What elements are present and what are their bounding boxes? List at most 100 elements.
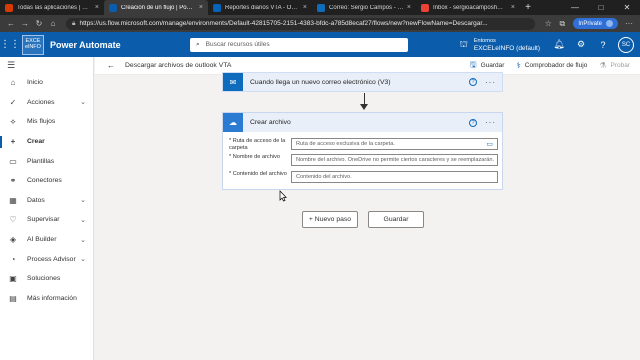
file-name-input[interactable]: Nombre del archivo. OneDrive no permite …: [291, 154, 498, 166]
forward-icon[interactable]: →: [18, 19, 32, 28]
app-launcher-icon[interactable]: ⋮⋮⋮: [0, 39, 30, 50]
monitor-icon: ♡: [9, 215, 17, 225]
connector-icon: ⚭: [9, 176, 17, 186]
help-icon[interactable]: ?: [592, 40, 614, 50]
tab-favicon-icon: [317, 3, 325, 12]
home-icon: ⌂: [10, 78, 16, 88]
chevron-down-icon: ⌄: [80, 197, 86, 205]
action-card-crear-archivo: ☁ Crear archivo ? ··· * Ruta de acceso d…: [222, 112, 503, 190]
refresh-icon[interactable]: ↻: [32, 19, 46, 28]
nav-item-supervisar[interactable]: ♡ Supervisar ⌄: [0, 210, 93, 230]
inprivate-badge[interactable]: InPrivate: [573, 18, 618, 29]
environment-icon: ⛫: [459, 38, 468, 49]
nav-item-plantillas[interactable]: ▭ Plantillas: [0, 151, 93, 171]
outlook-icon: ✉: [223, 73, 243, 91]
tab-favicon-icon: [109, 3, 117, 12]
minimize-icon[interactable]: —: [562, 0, 588, 15]
nav-item-crear[interactable]: + Crear: [0, 132, 93, 152]
search-input[interactable]: ⌕ Buscar recursos útiles: [190, 37, 408, 52]
address-bar[interactable]: 🔒︎ https://us.flow.microsoft.com/manage/…: [66, 17, 536, 30]
notifications-icon[interactable]: 🔔︎: [548, 39, 570, 50]
flask-icon: ⚗: [599, 61, 607, 70]
nav-item-acciones[interactable]: ✓ Acciones ⌄: [0, 93, 93, 113]
chevron-down-icon: ⌄: [80, 99, 86, 107]
close-tab-icon[interactable]: ×: [511, 4, 515, 11]
book-icon: ▤: [9, 293, 17, 303]
nav-item-mis-flujos[interactable]: ⟡ Mis flujos: [0, 112, 93, 132]
trigger-card[interactable]: ✉ Cuando llega un nuevo correo electróni…: [222, 72, 503, 92]
database-icon: ▦: [9, 195, 17, 205]
close-tab-icon[interactable]: ×: [199, 4, 203, 11]
mouse-pointer-icon: [279, 190, 287, 202]
template-icon: ▭: [9, 156, 17, 166]
new-step-button[interactable]: + Nuevo paso: [302, 211, 358, 228]
nav-item-soluciones[interactable]: ▣ Soluciones: [0, 269, 93, 289]
flow-name[interactable]: Descargar archivos de outlook VTA: [125, 62, 231, 69]
more-options-icon[interactable]: ···: [622, 19, 636, 28]
environment-picker[interactable]: ⛫ Entornos EXCELeINFO (default): [460, 38, 540, 52]
settings-gear-icon[interactable]: ⚙: [570, 39, 592, 50]
close-tab-icon[interactable]: ×: [303, 4, 307, 11]
chevron-down-icon: ⌄: [80, 216, 86, 224]
org-logo: EXCE elNFO: [22, 34, 44, 55]
test-button[interactable]: ⚗ Probar: [599, 61, 630, 70]
file-content-field: * Contenido del archivo Contenido del ar…: [229, 171, 499, 183]
folder-picker-icon[interactable]: ▭: [486, 140, 493, 148]
help-icon[interactable]: ?: [469, 78, 477, 86]
collections-icon[interactable]: ⧉: [555, 19, 569, 29]
app-title[interactable]: Power Automate: [50, 40, 180, 50]
chevron-down-icon: ⌄: [80, 236, 86, 244]
nav-item-process-advisor[interactable]: ◔ Process Advisor ⌄: [0, 249, 93, 269]
browser-tab[interactable]: Correo: Sergio Campos - Outlook ×: [312, 0, 416, 15]
new-tab-icon[interactable]: +: [520, 0, 536, 15]
browser-tab-strip: Todas las aplicaciones | Micros × Creaci…: [0, 0, 640, 15]
home-icon[interactable]: ⌂: [46, 19, 60, 28]
solutions-icon: ▣: [9, 274, 17, 284]
close-window-icon[interactable]: ✕: [614, 0, 640, 15]
browser-tab[interactable]: Todas las aplicaciones | Micros ×: [0, 0, 104, 15]
back-icon[interactable]: ←: [4, 19, 18, 28]
save-icon: 🖫︎: [469, 59, 477, 69]
folder-path-field: * Ruta de acceso de la carpeta Ruta de a…: [229, 138, 499, 152]
help-icon[interactable]: ?: [469, 118, 477, 127]
search-icon: ⌕: [196, 40, 200, 48]
onedrive-cloud-icon: ☁: [223, 113, 243, 132]
profile-avatar-icon: [606, 20, 613, 27]
flow-icon: ⟡: [10, 116, 16, 126]
left-nav: ☰ ⌂ Inicio ✓ Acciones ⌄ ⟡ Mis flujos + C…: [0, 57, 94, 360]
user-avatar[interactable]: SC: [618, 36, 634, 53]
hamburger-menu-icon[interactable]: ☰: [0, 57, 93, 73]
close-tab-icon[interactable]: ×: [95, 4, 99, 11]
action-card-header[interactable]: ☁ Crear archivo ? ···: [223, 113, 502, 132]
tab-favicon-icon: [421, 3, 429, 12]
more-options-icon[interactable]: ···: [485, 78, 496, 87]
nav-item-datos[interactable]: ▦ Datos ⌄: [0, 191, 93, 211]
ai-builder-icon: ◈: [9, 235, 17, 245]
nav-item-mas-informacion[interactable]: ▤ Más información: [0, 289, 93, 309]
plus-icon: +: [10, 137, 16, 147]
tab-favicon-icon: [213, 3, 221, 12]
lock-icon: 🔒︎: [72, 19, 76, 27]
folder-path-input[interactable]: Ruta de acceso exclusiva de la carpeta. …: [291, 138, 498, 150]
browser-tab-active[interactable]: Creación de un flujo | Power Au ×: [104, 0, 208, 15]
nav-item-conectores[interactable]: ⚭ Conectores: [0, 171, 93, 191]
file-content-input[interactable]: Contenido del archivo.: [291, 171, 498, 183]
save-flow-button[interactable]: Guardar: [368, 211, 424, 228]
close-tab-icon[interactable]: ×: [407, 4, 411, 11]
app-header: ⋮⋮⋮ EXCE elNFO Power Automate ⌕ Buscar r…: [0, 32, 640, 57]
browser-tab[interactable]: Reportes diarios VTA - OneDrive ×: [208, 0, 312, 15]
file-name-field: * Nombre de archivo Nombre del archivo. …: [229, 154, 499, 166]
favorite-star-icon[interactable]: ☆: [541, 19, 555, 28]
save-button[interactable]: 🖫︎ Guardar: [470, 59, 505, 73]
back-arrow-icon[interactable]: ←: [107, 61, 121, 70]
maximize-icon[interactable]: □: [588, 0, 614, 15]
nav-item-ai-builder[interactable]: ◈ AI Builder ⌄: [0, 230, 93, 250]
browser-toolbar: ← → ↻ ⌂ 🔒︎ https://us.flow.microsoft.com…: [0, 15, 640, 32]
nav-item-inicio[interactable]: ⌂ Inicio: [0, 73, 93, 93]
url-text: https://us.flow.microsoft.com/manage/env…: [79, 20, 488, 27]
browser-tab[interactable]: Inbox - sergioacamposh@gmail. ×: [416, 0, 520, 15]
more-options-icon[interactable]: ···: [485, 118, 496, 127]
checkmark-icon: ✓: [9, 97, 17, 107]
flow-checker-button[interactable]: ⚕ Comprobador de flujo: [516, 61, 587, 70]
process-advisor-icon: ◔: [10, 254, 16, 264]
